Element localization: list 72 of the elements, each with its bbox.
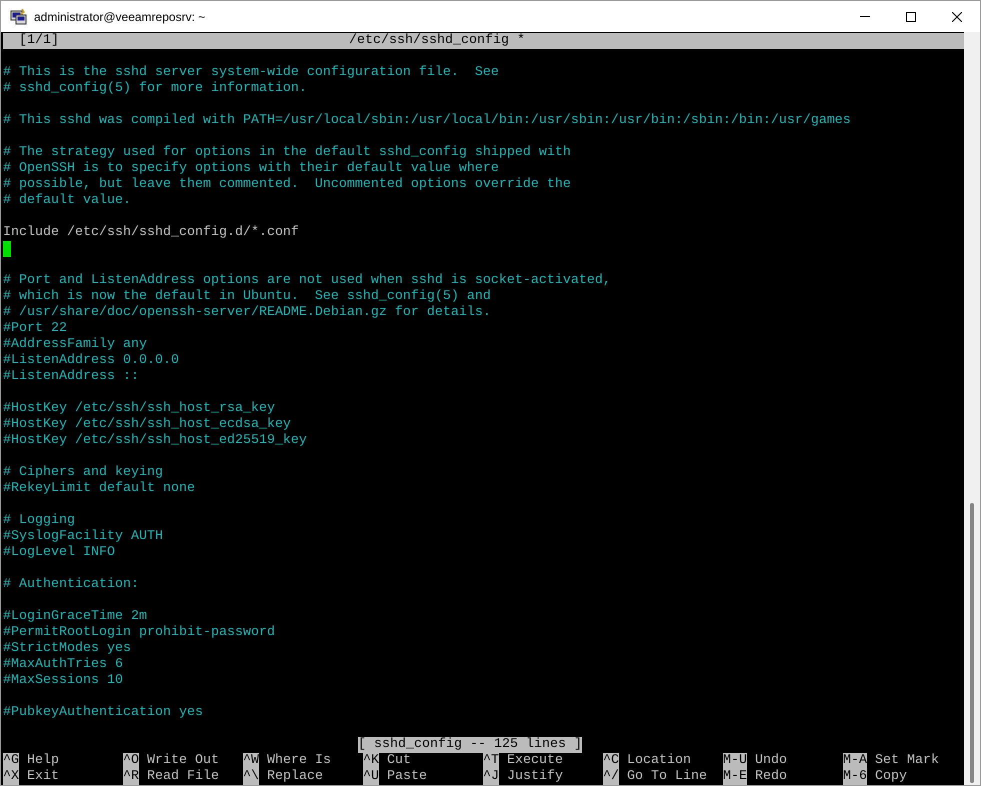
editor-version: [1/1] <box>19 33 59 49</box>
shortcut-label: Where Is <box>267 753 331 769</box>
shortcut-key: ^K <box>363 753 379 769</box>
shortcut-key: ^U <box>363 769 379 785</box>
shortcut-key: ^W <box>243 753 259 769</box>
comment-line: # which is now the default in Ubuntu. See sshd_config(5) and <box>3 289 491 304</box>
comment-line: #AddressFamily any <box>3 337 147 352</box>
comment-line: # possible, but leave them commented. Uncommented options override the <box>3 177 571 192</box>
comment-line: # Logging <box>3 513 75 528</box>
shortcut-label: Replace <box>267 769 323 785</box>
comment-line: #SyslogFacility AUTH <box>3 529 163 544</box>
comment-line: # sshd_config(5) for more information. <box>3 81 307 96</box>
shortcut-key: ^C <box>603 753 619 769</box>
comment-line: #HostKey /etc/ssh/ssh_host_rsa_key <box>3 401 275 416</box>
shortcut-key: M-E <box>723 769 747 785</box>
shortcut-key: M-A <box>843 753 867 769</box>
close-icon <box>952 12 962 22</box>
comment-line: #RekeyLimit default none <box>3 481 195 496</box>
minimize-icon <box>860 16 870 17</box>
comment-line: #LoginGraceTime 2m <box>3 609 147 624</box>
comment-line: #LogLevel INFO <box>3 545 115 560</box>
shortcut-key: ^G <box>3 753 19 769</box>
comment-line: #PubkeyAuthentication yes <box>3 705 203 720</box>
comment-line: # This is the sshd server system-wide configuration file. See <box>3 65 499 80</box>
shortcut-label: Undo <box>755 753 787 769</box>
shortcut-key: ^R <box>123 769 139 785</box>
shortcut-key: ^\ <box>243 769 259 785</box>
shortcut-label: Paste <box>387 769 427 785</box>
shortcut-label: Help <box>27 753 59 769</box>
comment-line: #MaxAuthTries 6 <box>3 657 123 672</box>
comment-line: #MaxSessions 10 <box>3 673 123 688</box>
comment-line: # This sshd was compiled with PATH=/usr/local/sbin:/usr/local/bin:/usr/sbin:/usr/bin:/sbin:/bin:/usr/games <box>3 113 851 128</box>
config-line: Include /etc/ssh/sshd_config.d/*.conf <box>3 225 299 240</box>
shortcut-label: Execute <box>507 753 563 769</box>
comment-line: # /usr/share/doc/openssh-server/README.Debian.gz for details. <box>3 305 491 320</box>
shortcut-key: ^X <box>3 769 19 785</box>
window-title: administrator@veeamreposrv: ~ <box>34 8 206 26</box>
shortcut-key: ^T <box>483 753 499 769</box>
shortcut-label: Exit <box>27 769 59 785</box>
file-name: /etc/ssh/sshd_config * <box>349 33 525 49</box>
shortcut-label: Go To Line <box>627 769 707 785</box>
shortcut-key: ^/ <box>603 769 619 785</box>
shortcut-label: Read File <box>147 769 219 785</box>
comment-line: # default value. <box>3 193 131 208</box>
comment-line: #HostKey /etc/ssh/ssh_host_ecdsa_key <box>3 417 291 432</box>
comment-line: #HostKey /etc/ssh/ssh_host_ed25519_key <box>3 433 307 448</box>
comment-line: #StrictModes yes <box>3 641 131 656</box>
shortcut-label: Justify <box>507 769 563 785</box>
shortcut-label: Location <box>627 753 691 769</box>
comment-line: # Authentication: <box>3 577 139 592</box>
scrollbar-thumb[interactable] <box>970 503 974 783</box>
comment-line: # The strategy used for options in the default sshd_config shipped with <box>3 145 571 160</box>
terminal-app-icon <box>10 8 27 25</box>
shortcut-label: Cut <box>387 753 411 769</box>
comment-line: #ListenAddress :: <box>3 369 139 384</box>
shortcut-key: ^O <box>123 753 139 769</box>
maximize-icon <box>906 12 916 22</box>
comment-line: #PermitRootLogin prohibit-password <box>3 625 275 640</box>
status-message: [ sshd_config -- 125 lines ] <box>358 737 582 753</box>
shortcut-key: ^J <box>483 769 499 785</box>
comment-line: # Port and ListenAddress options are not used when sshd is socket-activated, <box>3 273 611 288</box>
comment-line: #ListenAddress 0.0.0.0 <box>3 353 179 368</box>
shortcut-key: M-U <box>723 753 747 769</box>
shortcut-label: Copy <box>875 769 907 785</box>
shortcut-label: Set Mark <box>875 753 939 769</box>
comment-line: # OpenSSH is to specify options with their default value where <box>3 161 499 176</box>
text-cursor <box>3 241 11 257</box>
shortcut-label: Write Out <box>147 753 219 769</box>
comment-line: #Port 22 <box>3 321 67 336</box>
shortcut-label: Redo <box>755 769 787 785</box>
shortcut-key: M-6 <box>843 769 867 785</box>
comment-line: # Ciphers and keying <box>3 465 163 480</box>
